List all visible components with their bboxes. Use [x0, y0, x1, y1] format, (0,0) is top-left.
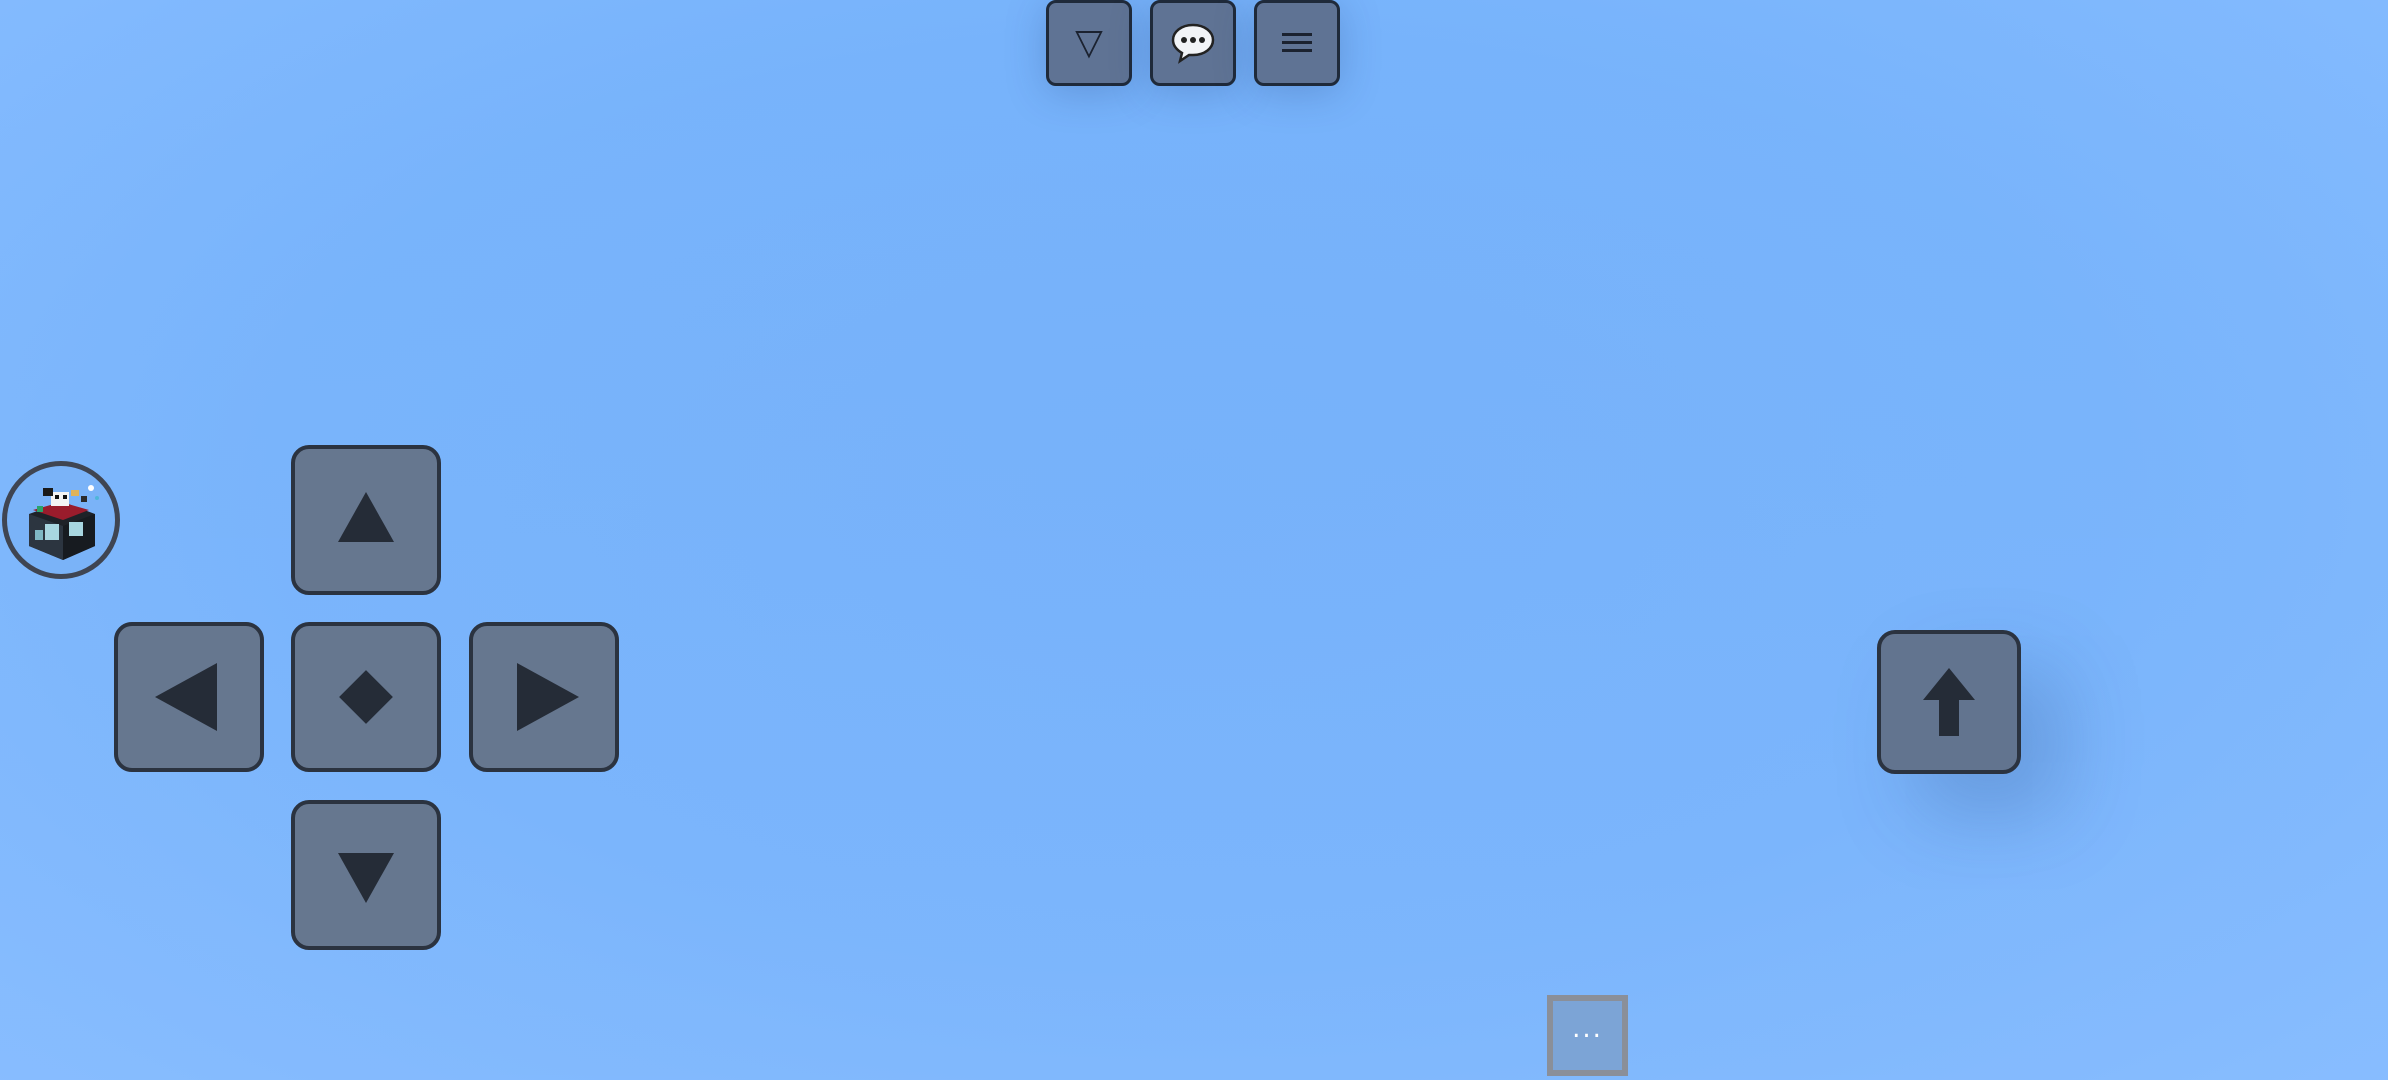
hamburger-menu-icon — [1282, 33, 1312, 52]
triangle-up-icon — [338, 492, 394, 542]
triangle-down-outline-icon: ▽ — [1075, 22, 1103, 63]
menu-button[interactable] — [1254, 0, 1340, 86]
chat-bubble-icon — [1171, 23, 1215, 64]
jump-button[interactable] — [1877, 630, 2021, 774]
triangle-right-icon — [517, 663, 579, 731]
dpad-down-button[interactable] — [291, 800, 441, 950]
player-avatar[interactable] — [2, 461, 120, 579]
dpad-right-button[interactable] — [469, 622, 619, 772]
dpad-center-button[interactable] — [291, 622, 441, 772]
ellipsis-icon: ... — [1572, 1013, 1603, 1044]
chat-button[interactable] — [1150, 0, 1236, 86]
dpad-up-button[interactable] — [291, 445, 441, 595]
diamond-icon — [339, 670, 393, 724]
more-options-button[interactable]: ... — [1547, 995, 1628, 1076]
game-viewport[interactable]: ▽ ... — [0, 0, 2388, 1080]
triangle-down-icon — [338, 853, 394, 903]
dpad-left-button[interactable] — [114, 622, 264, 772]
player-avatar-icon — [29, 485, 99, 560]
arrow-up-icon — [1923, 668, 1975, 736]
triangle-left-icon — [155, 663, 217, 731]
toggle-hud-button[interactable]: ▽ — [1046, 0, 1132, 86]
